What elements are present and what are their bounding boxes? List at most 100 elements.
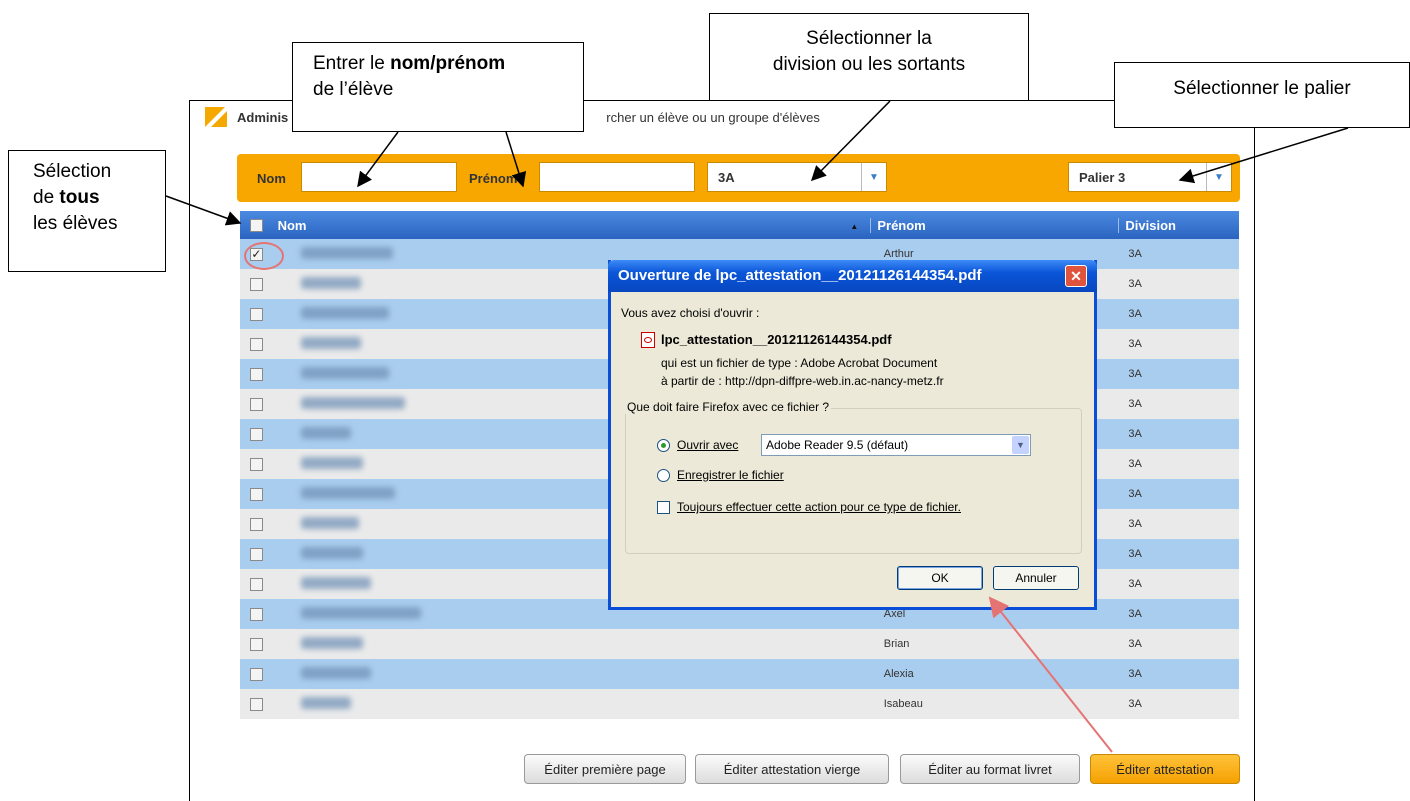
row-division: 3A bbox=[1128, 428, 1142, 440]
cancel-button[interactable]: Annuler bbox=[993, 566, 1079, 590]
blurred-name bbox=[300, 396, 405, 409]
row-division: 3A bbox=[1128, 548, 1142, 560]
callout-select-all: Sélection de tous les élèves bbox=[8, 150, 166, 272]
callout-division: Sélectionner la division ou les sortants bbox=[709, 13, 1029, 101]
nom-label: Nom bbox=[257, 171, 286, 186]
save-file-label[interactable]: Enregistrer le fichier bbox=[677, 468, 784, 482]
prenom-input[interactable] bbox=[539, 162, 695, 192]
edit-first-page-button[interactable]: Éditer première page bbox=[524, 754, 686, 784]
blurred-name bbox=[300, 246, 393, 259]
row-division: 3A bbox=[1128, 368, 1142, 380]
table-row[interactable]: Isabeau 3A bbox=[240, 689, 1239, 719]
blurred-name bbox=[300, 546, 363, 559]
dialog-type-line: qui est un fichier de type : Adobe Acrob… bbox=[661, 356, 938, 370]
blurred-name bbox=[300, 666, 371, 679]
row-checkbox[interactable] bbox=[249, 697, 263, 711]
row-checkbox[interactable] bbox=[249, 517, 263, 531]
row-checkbox[interactable] bbox=[249, 667, 263, 681]
ok-button[interactable]: OK bbox=[897, 566, 983, 590]
row-division: 3A bbox=[1128, 668, 1142, 680]
blurred-name bbox=[300, 366, 389, 379]
app-logo-icon bbox=[205, 107, 227, 127]
highlight-circle bbox=[244, 242, 284, 270]
chevron-down-icon: ▼ bbox=[861, 163, 886, 191]
edit-blank-attestation-button[interactable]: Éditer attestation vierge bbox=[695, 754, 889, 784]
dialog-title: Ouverture de lpc_attestation__2012112614… bbox=[608, 260, 1097, 292]
row-division: 3A bbox=[1128, 338, 1142, 350]
row-prenom: Alexia bbox=[883, 668, 914, 680]
row-division: 3A bbox=[1128, 518, 1142, 530]
column-division[interactable]: Division bbox=[1118, 217, 1239, 233]
always-label[interactable]: Toujours effectuer cette action pour ce … bbox=[677, 500, 961, 514]
open-file-dialog: Ouverture de lpc_attestation__2012112614… bbox=[608, 260, 1097, 610]
edit-booklet-button[interactable]: Éditer au format livret bbox=[900, 754, 1080, 784]
row-checkbox[interactable] bbox=[249, 577, 263, 591]
palier-value: Palier 3 bbox=[1079, 170, 1126, 185]
open-with-radio[interactable] bbox=[657, 439, 670, 452]
blurred-name bbox=[300, 696, 351, 709]
callout-palier: Sélectionner le palier bbox=[1114, 62, 1410, 128]
blurred-name bbox=[300, 306, 389, 319]
row-checkbox[interactable] bbox=[249, 637, 263, 651]
row-division: 3A bbox=[1128, 308, 1142, 320]
dialog-chosen-text: Vous avez choisi d'ouvrir : bbox=[621, 306, 760, 320]
table-row[interactable]: Alexia 3A bbox=[240, 659, 1239, 689]
row-prenom: Brian bbox=[883, 638, 910, 650]
select-all-checkbox[interactable] bbox=[250, 218, 264, 232]
blurred-name bbox=[300, 606, 421, 619]
blurred-name bbox=[300, 486, 395, 499]
chevron-down-icon: ▼ bbox=[1206, 163, 1231, 191]
app-select[interactable]: Adobe Reader 9.5 (défaut) ▼ bbox=[761, 434, 1031, 456]
blurred-name bbox=[300, 576, 371, 589]
row-checkbox[interactable] bbox=[249, 367, 263, 381]
palier-select[interactable]: Palier 3 ▼ bbox=[1068, 162, 1232, 192]
row-checkbox[interactable] bbox=[249, 337, 263, 351]
always-checkbox[interactable] bbox=[657, 501, 670, 514]
column-prenom[interactable]: Prénom bbox=[870, 217, 1118, 233]
row-division: 3A bbox=[1128, 398, 1142, 410]
division-select[interactable]: 3A ▼ bbox=[707, 162, 887, 192]
filter-bar: Nom Prénom 3A ▼ Palier 3 ▼ bbox=[237, 154, 1240, 202]
blurred-name bbox=[300, 336, 361, 349]
row-checkbox[interactable] bbox=[249, 487, 263, 501]
pdf-file-icon bbox=[641, 332, 655, 348]
row-division: 3A bbox=[1128, 608, 1142, 620]
division-value: 3A bbox=[718, 170, 735, 185]
sort-asc-icon: ▲ bbox=[850, 221, 859, 231]
row-checkbox[interactable] bbox=[249, 427, 263, 441]
row-checkbox[interactable] bbox=[249, 397, 263, 411]
row-checkbox[interactable] bbox=[249, 277, 263, 291]
blurred-name bbox=[300, 456, 363, 469]
row-division: 3A bbox=[1128, 488, 1142, 500]
open-with-label[interactable]: Ouvrir avec bbox=[677, 438, 738, 452]
close-icon[interactable]: ✕ bbox=[1065, 265, 1087, 287]
row-division: 3A bbox=[1128, 638, 1142, 650]
callout-nom-prenom: Entrer le nom/prénom de l’élève bbox=[292, 42, 584, 132]
column-nom[interactable]: Nom ▲ bbox=[274, 218, 871, 233]
row-checkbox[interactable] bbox=[249, 607, 263, 621]
edit-attestation-button[interactable]: Éditer attestation bbox=[1090, 754, 1240, 784]
dialog-question: Que doit faire Firefox avec ce fichier ? bbox=[625, 400, 832, 414]
row-division: 3A bbox=[1128, 458, 1142, 470]
row-division: 3A bbox=[1128, 248, 1142, 260]
nom-input[interactable] bbox=[301, 162, 457, 192]
blurred-name bbox=[300, 636, 363, 649]
row-division: 3A bbox=[1128, 278, 1142, 290]
row-division: 3A bbox=[1128, 578, 1142, 590]
row-checkbox[interactable] bbox=[249, 547, 263, 561]
blurred-name bbox=[300, 426, 351, 439]
chevron-down-icon: ▼ bbox=[1012, 436, 1029, 454]
row-prenom: Isabeau bbox=[883, 698, 923, 710]
blurred-name bbox=[300, 276, 361, 289]
table-row[interactable]: Brian 3A bbox=[240, 629, 1239, 659]
save-file-radio[interactable] bbox=[657, 469, 670, 482]
row-prenom: Arthur bbox=[883, 248, 914, 260]
row-checkbox[interactable] bbox=[249, 457, 263, 471]
row-division: 3A bbox=[1128, 698, 1142, 710]
table-header: Nom ▲ Prénom Division bbox=[240, 211, 1239, 239]
prenom-label: Prénom bbox=[469, 171, 518, 186]
blurred-name bbox=[300, 516, 359, 529]
dialog-filename: lpc_attestation__20121126144354.pdf bbox=[661, 332, 892, 347]
row-checkbox[interactable] bbox=[249, 307, 263, 321]
dialog-from-line: à partir de : http://dpn-diffpre-web.in.… bbox=[661, 374, 944, 388]
